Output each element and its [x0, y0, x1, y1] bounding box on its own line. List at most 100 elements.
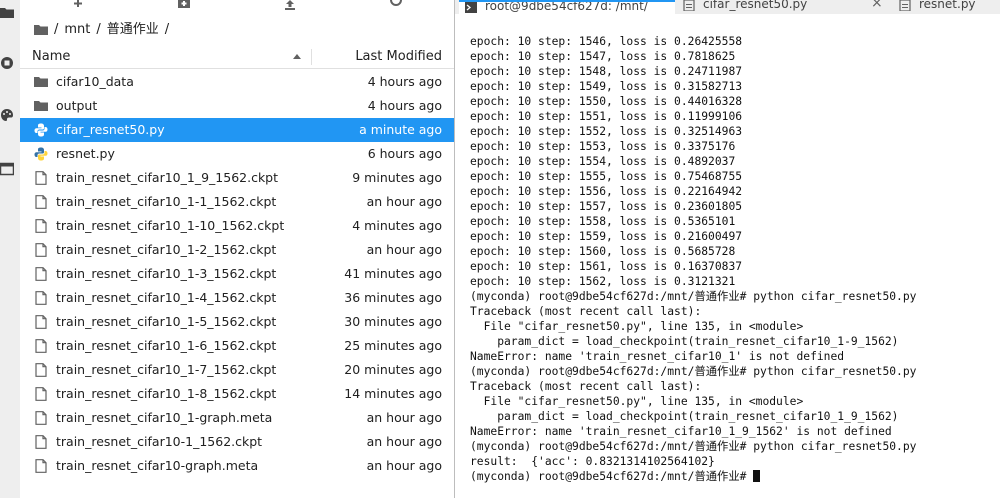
terminal-line: epoch: 10 step: 1548, loss is 0.24711987 [470, 65, 743, 78]
palette-icon[interactable] [0, 108, 14, 122]
file-icon [35, 339, 47, 353]
new-folder-icon[interactable] [176, 0, 192, 10]
python-icon [34, 123, 48, 137]
file-row[interactable]: resnet.py 6 hours ago [20, 142, 454, 166]
terminal-line: epoch: 10 step: 1560, loss is 0.5685728 [470, 245, 736, 258]
file-modified: an hour ago [366, 434, 442, 449]
file-icon [35, 219, 47, 233]
terminal-line: result: {'acc': 0.8321314102564102} [470, 455, 715, 468]
file-name: train_resnet_cifar10_1-4_1562.ckpt [56, 290, 277, 305]
tab-cifar-resnet50[interactable]: cifar_resnet50.py × [677, 0, 891, 14]
file-icon [35, 411, 47, 425]
file-modified: an hour ago [366, 194, 442, 209]
file-name: train_resnet_cifar10_1_9_1562.ckpt [56, 170, 279, 185]
breadcrumb-root[interactable]: / [54, 21, 58, 39]
file-row[interactable]: train_resnet_cifar10_1-6_1562.ckpt 25 min… [20, 334, 454, 358]
folder-icon [34, 101, 48, 111]
folder-icon [34, 77, 48, 87]
left-sidebar [0, 0, 21, 498]
terminal-line: epoch: 10 step: 1546, loss is 0.26425558 [470, 35, 743, 48]
tab-resnet[interactable]: resnet.py [893, 0, 1000, 14]
breadcrumb-trailing-separator: / [164, 22, 170, 37]
file-modified: an hour ago [366, 458, 442, 473]
terminal[interactable]: epoch: 10 step: 1546, loss is 0.26425558… [455, 14, 1000, 498]
terminal-line: (myconda) root@9dbe54cf627d:/mnt/普通作业# p… [470, 290, 917, 303]
terminal-line: epoch: 10 step: 1550, loss is 0.44016328 [470, 95, 743, 108]
tab-terminal-label: root@9dbe54cf627d: /mnt/ [485, 0, 648, 13]
close-icon[interactable]: × [871, 0, 883, 10]
file-row[interactable]: train_resnet_cifar10_1-8_1562.ckpt 14 min… [20, 382, 454, 406]
file-modified: 6 hours ago [367, 146, 442, 161]
refresh-icon[interactable] [388, 0, 404, 10]
file-icon [35, 435, 47, 449]
file-name: train_resnet_cifar10_1-graph.meta [56, 410, 273, 425]
terminal-cursor [753, 470, 761, 482]
file-modified: an hour ago [366, 410, 442, 425]
file-modified: 4 hours ago [367, 74, 442, 89]
file-row[interactable]: train_resnet_cifar10_1-graph.meta an hour… [20, 406, 454, 430]
running-icon[interactable] [0, 56, 14, 70]
column-last-modified[interactable]: Last Modified [355, 46, 442, 68]
file-browser: / mnt / 普通作业 / Name Last Modified cifar1… [20, 0, 455, 498]
sort-ascending-icon[interactable] [293, 54, 301, 59]
file-row[interactable]: train_resnet_cifar10-1_1562.ckpt an hour … [20, 430, 454, 454]
breadcrumb-mnt[interactable]: mnt [64, 21, 90, 39]
terminal-output: epoch: 10 step: 1546, loss is 0.26425558… [470, 34, 995, 484]
breadcrumb-current-folder[interactable]: 普通作业 [107, 21, 159, 39]
file-name: output [56, 98, 98, 113]
column-divider[interactable] [311, 49, 312, 65]
terminal-line: epoch: 10 step: 1553, loss is 0.3375176 [470, 140, 736, 153]
tabs-icon[interactable] [0, 162, 14, 176]
file-row[interactable]: cifar10_data 4 hours ago [20, 70, 454, 94]
file-row[interactable]: train_resnet_cifar10_1_9_1562.ckpt 9 minu… [20, 166, 454, 190]
tab-terminal[interactable]: root@9dbe54cf627d: /mnt/ [459, 0, 675, 14]
file-icon [35, 267, 47, 281]
folder-icon[interactable] [34, 24, 48, 36]
tab-resnet-label: resnet.py [919, 0, 976, 11]
terminal-line: epoch: 10 step: 1557, loss is 0.23601805 [470, 200, 743, 213]
terminal-line: epoch: 10 step: 1561, loss is 0.16370837 [470, 260, 743, 273]
file-name: resnet.py [56, 146, 115, 161]
tab-bar: root@9dbe54cf627d: /mnt/ cifar_resnet50.… [455, 0, 1000, 15]
file-icon [35, 459, 47, 473]
terminal-line: param_dict = load_checkpoint(train_resne… [470, 410, 899, 423]
file-icon [35, 291, 47, 305]
terminal-line: File "cifar_resnet50.py", line 135, in <… [470, 395, 804, 408]
file-name: train_resnet_cifar10_1-5_1562.ckpt [56, 314, 277, 329]
file-row[interactable]: output 4 hours ago [20, 94, 454, 118]
file-row[interactable]: train_resnet_cifar10_1-7_1562.ckpt 20 min… [20, 358, 454, 382]
terminal-line: Traceback (most recent call last): [470, 305, 702, 318]
file-row[interactable]: train_resnet_cifar10_1-2_1562.ckpt an hou… [20, 238, 454, 262]
terminal-line: (myconda) root@9dbe54cf627d:/mnt/普通作业# p… [470, 365, 917, 378]
terminal-prompt: (myconda) root@9dbe54cf627d:/mnt/普通作业# [470, 470, 754, 483]
file-name: cifar_resnet50.py [56, 122, 165, 137]
file-modified: 41 minutes ago [344, 266, 442, 281]
terminal-prompt-line[interactable]: (myconda) root@9dbe54cf627d:/mnt/普通作业# [470, 469, 995, 484]
file-row[interactable]: train_resnet_cifar10_1-4_1562.ckpt 36 min… [20, 286, 454, 310]
file-row[interactable]: train_resnet_cifar10_1-10_1562.ckpt 4 min… [20, 214, 454, 238]
terminal-line: NameError: name 'train_resnet_cifar10_1_… [470, 425, 892, 438]
file-name: train_resnet_cifar10_1-7_1562.ckpt [56, 362, 277, 377]
breadcrumb-separator: / [96, 22, 101, 37]
file-name: cifar10_data [56, 74, 134, 89]
terminal-line: epoch: 10 step: 1556, loss is 0.22164942 [470, 185, 743, 198]
column-name[interactable]: Name [32, 46, 70, 68]
terminal-line: NameError: name 'train_resnet_cifar10_1'… [470, 350, 845, 363]
file-list-header: Name Last Modified [20, 46, 454, 69]
file-name: train_resnet_cifar10_1-2_1562.ckpt [56, 242, 277, 257]
file-icon [35, 243, 47, 257]
terminal-line: epoch: 10 step: 1549, loss is 0.31582713 [470, 80, 743, 93]
upload-icon[interactable] [282, 0, 298, 10]
file-row[interactable]: train_resnet_cifar10_1-5_1562.ckpt 30 min… [20, 310, 454, 334]
file-row[interactable]: cifar_resnet50.py a minute ago [20, 118, 454, 142]
terminal-line: Traceback (most recent call last): [470, 380, 702, 393]
file-row[interactable]: train_resnet_cifar10_1-1_1562.ckpt an hou… [20, 190, 454, 214]
terminal-line: epoch: 10 step: 1554, loss is 0.4892037 [470, 155, 736, 168]
file-row[interactable]: train_resnet_cifar10-graph.meta an hour a… [20, 454, 454, 478]
new-launcher-icon[interactable] [70, 0, 86, 10]
folder-icon[interactable] [0, 6, 14, 20]
file-row[interactable]: train_resnet_cifar10_1-3_1562.ckpt 41 min… [20, 262, 454, 286]
file-name: train_resnet_cifar10-1_1562.ckpt [56, 434, 263, 449]
file-modified: 4 minutes ago [352, 218, 442, 233]
terminal-line: epoch: 10 step: 1562, loss is 0.3121321 [470, 275, 736, 288]
